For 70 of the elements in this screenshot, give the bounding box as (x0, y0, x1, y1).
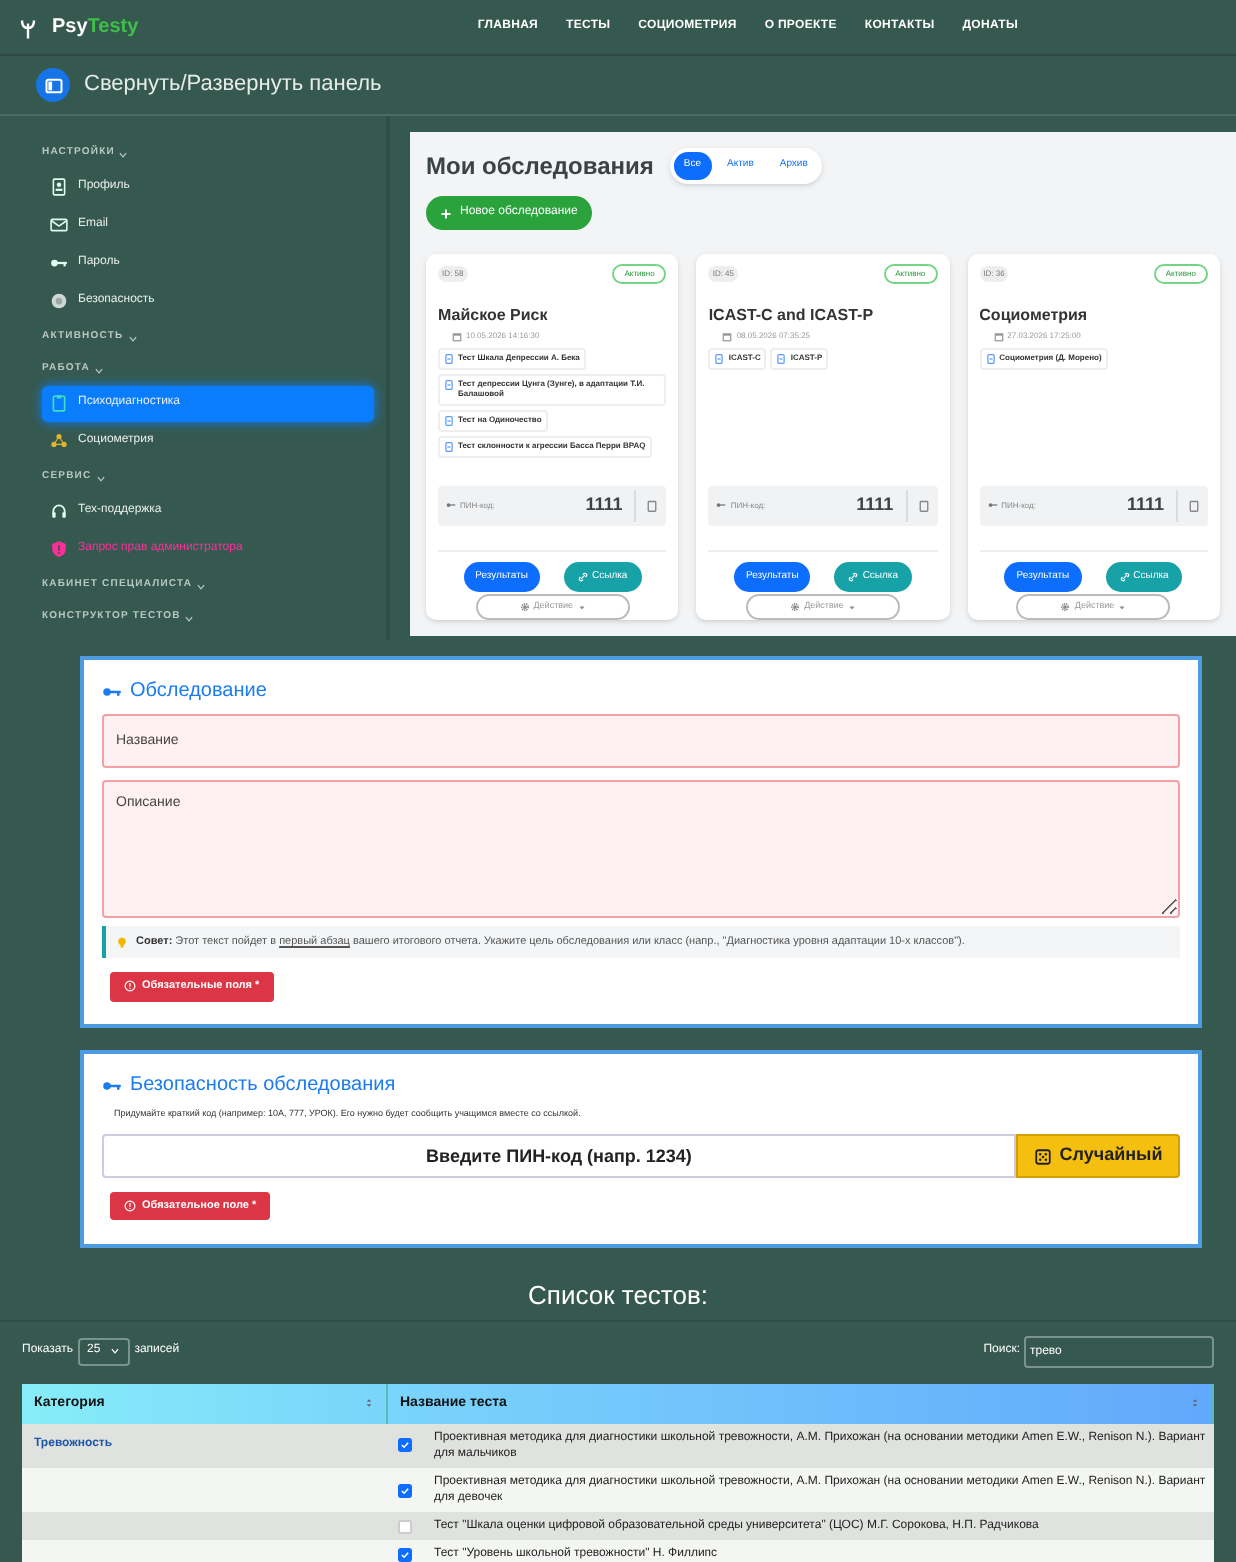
chevron-down-icon (118, 149, 129, 159)
document-icon (444, 441, 454, 452)
calendar-icon (452, 331, 462, 341)
clipboard-icon (1187, 499, 1200, 512)
gear-icon (1060, 602, 1071, 613)
document-icon (444, 380, 454, 390)
gear-icon (790, 602, 801, 613)
pin-code: 1111 (585, 492, 623, 519)
gear-icon (519, 602, 530, 613)
copy-button[interactable] (634, 489, 659, 522)
person-card-icon (50, 178, 68, 196)
link-icon (1119, 572, 1130, 582)
link-icon (577, 572, 588, 582)
chevron-down-icon (127, 333, 138, 343)
copy-button[interactable] (1175, 489, 1200, 522)
chevron-down-icon (196, 581, 207, 591)
section-title: Безопасность обследования (130, 1072, 396, 1101)
caret-icon (1118, 603, 1127, 612)
checkmark-icon (400, 1440, 410, 1451)
checkmark-icon (400, 1485, 410, 1496)
plant-icon (16, 15, 40, 39)
shield-icon (50, 540, 68, 558)
document-icon (444, 415, 454, 426)
chevron-down-icon (110, 1346, 121, 1357)
pin-code: 1111 (1126, 492, 1164, 519)
alert-circle-icon (124, 980, 136, 993)
chevron-down-icon (184, 613, 195, 623)
key-icon (50, 254, 68, 272)
headset-icon (50, 502, 68, 520)
pin-code: 1111 (856, 492, 894, 519)
link-icon (848, 572, 859, 582)
checkbox[interactable] (398, 1519, 412, 1534)
pin-field[interactable]: Введите ПИН-код (напр. 1234) (102, 1134, 1016, 1179)
page-title: Мои обследования (426, 150, 654, 184)
checkbox[interactable] (398, 1547, 412, 1562)
document-icon (776, 354, 787, 364)
dice-icon (1033, 1147, 1052, 1166)
calendar-icon (993, 331, 1004, 341)
survey-title: Социометрия (979, 304, 1090, 328)
lightbulb-icon (116, 935, 128, 950)
copy-button[interactable] (905, 489, 930, 522)
clipboard-icon (646, 499, 659, 512)
panel-toggle-label[interactable]: Свернуть/Развернуть панель (84, 68, 382, 102)
survey-title: ICAST-C and ICAST-P (708, 304, 876, 328)
caret-icon (577, 603, 586, 612)
badge-icon (50, 292, 68, 310)
document-icon (714, 354, 725, 364)
clipboard-icon (50, 394, 68, 412)
sidebar-icon (43, 75, 63, 95)
chevron-down-icon (93, 365, 104, 375)
list-title: Список тестов: (528, 1278, 708, 1315)
panel-toggle-button[interactable] (36, 68, 70, 102)
section-title: Обследование (130, 678, 267, 706)
chevron-down-icon (95, 473, 106, 483)
site-logo[interactable]: PsyTesty (52, 12, 139, 42)
document-icon (985, 354, 996, 364)
caret-icon (847, 603, 856, 612)
random-button[interactable]: Случайный (1016, 1134, 1180, 1179)
document-icon (444, 354, 454, 364)
alert-circle-icon (124, 1200, 136, 1213)
people-icon (50, 432, 68, 450)
sort-icon (1190, 1396, 1200, 1411)
clipboard-icon (917, 499, 930, 512)
envelope-icon (50, 216, 68, 234)
survey-title: Майское Риск (438, 304, 550, 328)
checkbox[interactable] (398, 1483, 412, 1498)
plus-icon (440, 207, 452, 219)
calendar-icon (722, 331, 733, 341)
sort-icon (364, 1396, 374, 1411)
checkbox[interactable] (398, 1438, 412, 1453)
